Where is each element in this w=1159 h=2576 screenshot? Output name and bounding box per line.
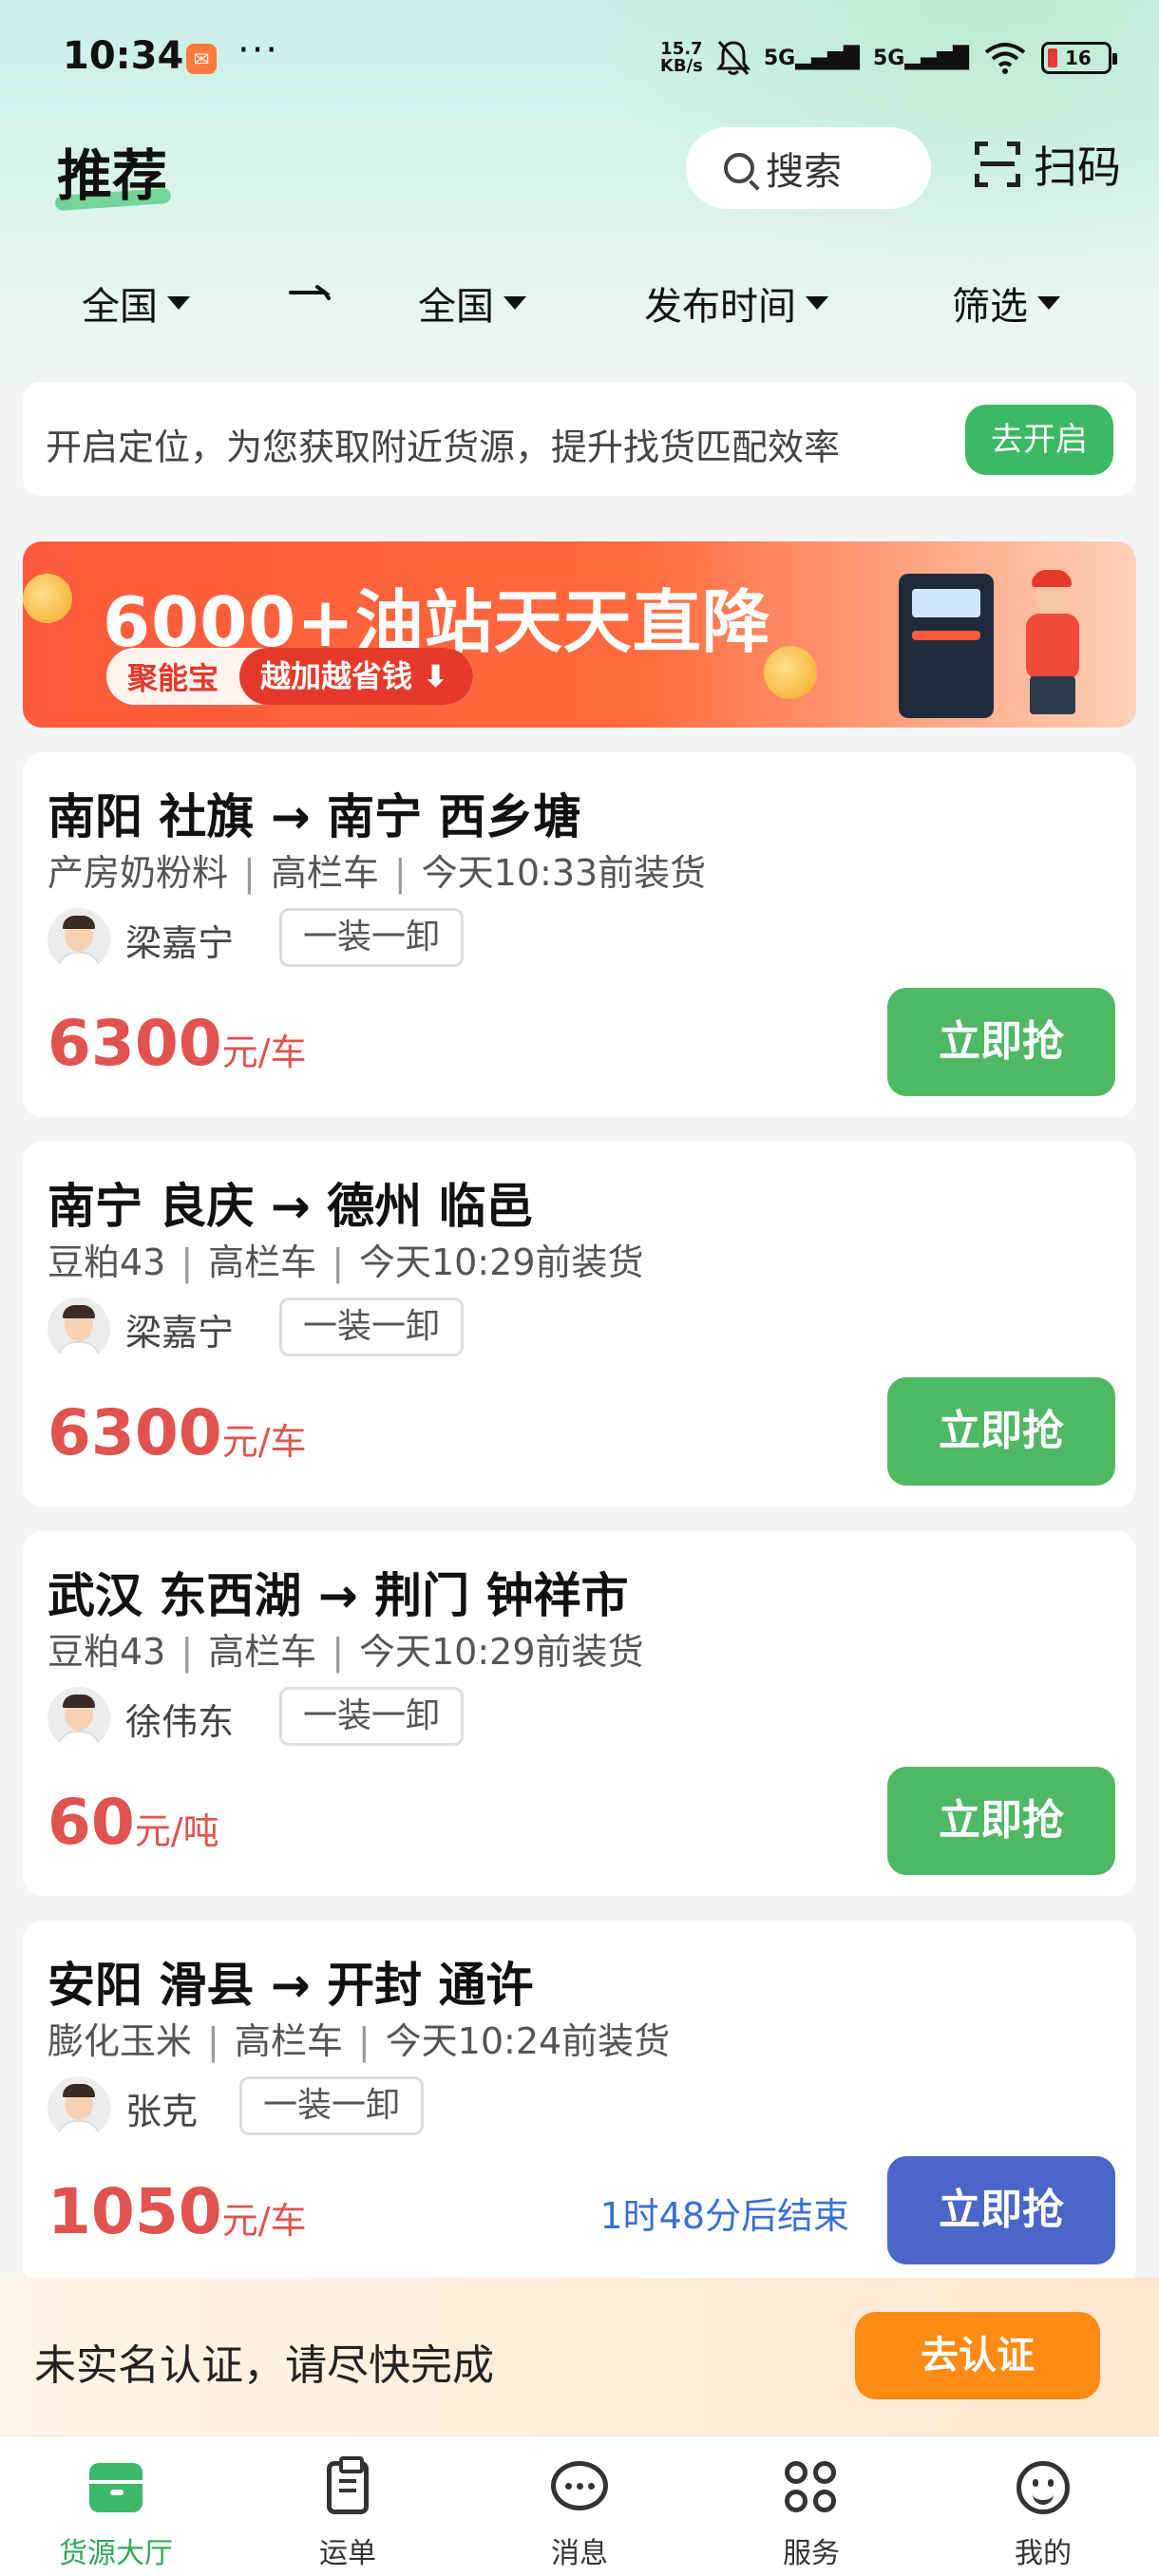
cargo-hall-icon — [86, 2457, 146, 2518]
banner-slogan-pill: 聚能宝 越加越省钱 ⬇ — [106, 648, 473, 705]
nav-label: 服务 — [783, 2537, 840, 2570]
scan-icon — [975, 142, 1020, 187]
listing-price: 1050元/车 — [48, 2175, 307, 2248]
route-arrow-icon — [289, 285, 331, 300]
more-filter[interactable]: 筛选 — [952, 275, 1060, 331]
enable-location-button[interactable]: 去开启 — [965, 405, 1113, 475]
search-placeholder: 搜索 — [766, 150, 842, 194]
nav-item-messages[interactable]: 消息 — [494, 2457, 665, 2571]
banner-slogan: 越加越省钱 ⬇ — [239, 648, 473, 705]
nav-label: 运单 — [319, 2537, 376, 2570]
grab-order-button[interactable]: 立即抢 — [887, 1767, 1115, 1875]
nav-item-services[interactable]: 服务 — [726, 2457, 897, 2571]
listing-route: 武汉 东西湖 → 荆门 钟祥市 — [48, 1568, 629, 1623]
notification-app-icon: ✉ — [186, 44, 217, 74]
signal-strength-icon: 5G▂▄▆█ — [763, 46, 860, 70]
fuel-pump-illustration — [899, 574, 994, 718]
load-type-tag: 一装一卸 — [239, 2076, 425, 2135]
nav-label: 货源大厅 — [59, 2537, 173, 2570]
load-type-tag: 一装一卸 — [279, 1687, 465, 1746]
contact-name: 徐伟东 — [125, 1701, 235, 1743]
banner-brand: 聚能宝 — [127, 660, 219, 696]
nav-label: 消息 — [551, 2537, 608, 2570]
cargo-listing-card[interactable]: 安阳 滑县 → 开封 通许 膨化玉米 | 高栏车 | 今天10:24前装货 张克 一装一… — [23, 1921, 1136, 2285]
listing-price: 6300元/车 — [48, 1396, 307, 1469]
signal-strength-icon-2: 5G▂▄▆█ — [872, 46, 969, 70]
origin-filter[interactable]: 全国 — [82, 275, 190, 331]
net-speed: 15.7 KB/s — [659, 39, 703, 76]
location-tip-text: 开启定位，为您获取附近货源，提升找货匹配效率 — [46, 426, 841, 468]
listing-price: 6300元/车 — [48, 1007, 307, 1080]
dropdown-caret-icon — [1037, 296, 1060, 310]
promo-banner[interactable]: 6000+油站天天直降 聚能宝 越加越省钱 ⬇ — [23, 541, 1136, 728]
contact-name: 梁嘉宁 — [125, 922, 235, 964]
page-title: 推荐 — [57, 143, 168, 208]
scan-label: 扫码 — [1034, 142, 1121, 193]
coin-icon — [764, 646, 817, 699]
filter-bar: 全国 全国 发布时间 筛选 — [0, 266, 1159, 332]
status-bar: 10:34 ✉ ··· 15.7 KB/s 5G▂▄▆█ 5G▂▄▆█ 16 — [0, 0, 1159, 114]
avatar — [48, 1297, 110, 1360]
battery-icon: 16 — [1041, 42, 1117, 74]
listing-meta: 豆粕43 | 高栏车 | 今天10:29前装货 — [48, 1241, 644, 1283]
location-tip: 开启定位，为您获取附近货源，提升找货匹配效率 去开启 — [23, 382, 1136, 496]
coin-icon — [23, 574, 72, 623]
verify-button[interactable]: 去认证 — [855, 2312, 1100, 2399]
waybill-icon — [317, 2456, 378, 2518]
countdown-timer: 1时48分后结束 — [599, 2195, 849, 2237]
service-icon — [781, 2457, 842, 2518]
load-type-tag: 一装一卸 — [279, 1297, 465, 1356]
bottom-navigation: 货源大厅 运单 消息 服务 我的 — [0, 2435, 1159, 2576]
top-header: 推荐 搜索 扫码 — [0, 123, 1159, 218]
cargo-listing-card[interactable]: 南阳 社旗 → 南宁 西乡塘 产房奶粉料 | 高栏车 | 今天10:33前装货 梁嘉宁 … — [23, 752, 1136, 1117]
avatar — [48, 1687, 110, 1750]
wifi-icon — [984, 43, 1026, 74]
message-icon — [549, 2457, 610, 2518]
contact-name: 梁嘉宁 — [125, 1312, 235, 1354]
verification-text: 未实名认证，请尽快完成 — [34, 2341, 494, 2390]
nav-item-profile[interactable]: 我的 — [958, 2457, 1129, 2571]
grab-order-button[interactable]: 立即抢 — [887, 2156, 1115, 2264]
attendant-illustration — [1026, 614, 1079, 680]
cargo-listing-card[interactable]: 武汉 东西湖 → 荆门 钟祥市 豆粕43 | 高栏车 | 今天10:29前装货 徐伟东 … — [23, 1531, 1136, 1896]
listing-meta: 豆粕43 | 高栏车 | 今天10:29前装货 — [48, 1631, 644, 1673]
status-time: 10:34 — [63, 34, 184, 78]
status-indicators: 15.7 KB/s 5G▂▄▆█ 5G▂▄▆█ 16 — [659, 34, 1117, 82]
nav-label: 我的 — [1015, 2537, 1072, 2570]
listing-route: 南宁 良庆 → 德州 临邑 — [48, 1179, 534, 1234]
mute-bell-icon — [715, 41, 750, 75]
nav-item-waybill[interactable]: 运单 — [262, 2456, 433, 2571]
search-icon — [724, 153, 754, 183]
search-input[interactable]: 搜索 — [686, 127, 931, 209]
verification-banner: 未实名认证，请尽快完成 去认证 — [0, 2278, 1159, 2435]
more-notifications-icon: ··· — [238, 28, 280, 72]
dropdown-caret-icon — [806, 296, 828, 310]
cargo-listing-card[interactable]: 南宁 良庆 → 德州 临邑 豆粕43 | 高栏车 | 今天10:29前装货 梁嘉宁 一装… — [23, 1142, 1136, 1506]
grab-order-button[interactable]: 立即抢 — [887, 988, 1115, 1096]
destination-filter[interactable]: 全国 — [418, 275, 526, 331]
profile-icon — [1013, 2457, 1074, 2518]
avatar — [48, 2076, 110, 2139]
scan-button[interactable]: 扫码 — [975, 133, 1121, 196]
dropdown-caret-icon — [167, 296, 190, 310]
listing-route: 南阳 社旗 → 南宁 西乡塘 — [48, 789, 581, 844]
listing-meta: 膨化玉米 | 高栏车 | 今天10:24前装货 — [48, 2020, 671, 2062]
avatar — [48, 908, 110, 971]
contact-name: 张克 — [125, 2091, 199, 2132]
load-type-tag: 一装一卸 — [279, 908, 465, 967]
listing-meta: 产房奶粉料 | 高栏车 | 今天10:33前装货 — [48, 852, 707, 894]
dropdown-caret-icon — [504, 296, 526, 310]
nav-item-cargo-hall[interactable]: 货源大厅 — [30, 2457, 201, 2571]
grab-order-button[interactable]: 立即抢 — [887, 1377, 1115, 1486]
listing-price: 60元/吨 — [48, 1786, 219, 1859]
listing-route: 安阳 滑县 → 开封 通许 — [48, 1958, 534, 2013]
sort-filter[interactable]: 发布时间 — [644, 275, 828, 331]
